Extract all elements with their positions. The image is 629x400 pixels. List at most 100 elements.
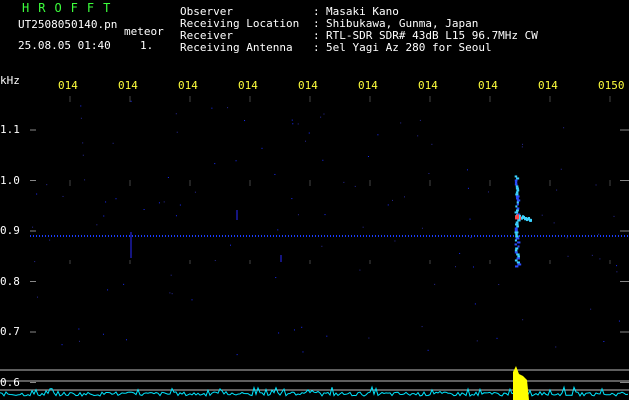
noise-dot	[555, 346, 557, 348]
noise-dot	[326, 335, 328, 337]
noise-dot	[46, 184, 48, 186]
x-tick-label: 014	[538, 79, 558, 92]
noise-dot	[229, 244, 231, 246]
noise-dot	[34, 261, 36, 263]
noise-dot	[105, 201, 107, 203]
noise-dot	[496, 337, 498, 339]
echo-core	[515, 215, 519, 220]
spectrum-peak-fill	[513, 366, 529, 400]
noise-dot	[421, 326, 423, 328]
noise-dot	[236, 354, 238, 356]
echo-pixel	[516, 261, 520, 264]
noise-dot	[191, 299, 193, 301]
y-tick-label: 0.8	[0, 274, 20, 288]
echo-pixel	[516, 257, 520, 260]
x-tick-label: 014	[418, 79, 438, 92]
echo-pixel	[516, 253, 520, 256]
noise-dot	[427, 349, 429, 351]
noise-dot	[487, 191, 489, 193]
noise-dot	[176, 131, 178, 133]
echo-pixel	[514, 251, 518, 254]
echo-pixel	[515, 187, 519, 190]
echo-pixel	[516, 203, 519, 206]
y-tick-label: 1.0	[0, 173, 20, 187]
echo-pixel	[514, 231, 519, 234]
echo-pixel	[514, 179, 518, 182]
noise-dot	[616, 265, 618, 267]
echo-pixel	[516, 207, 520, 210]
noise-dot	[102, 333, 104, 335]
spectrogram	[0, 96, 629, 400]
noise-dot	[472, 266, 474, 268]
noise-dot	[211, 107, 213, 109]
x-tick-label: 014	[478, 79, 498, 92]
noise-dot	[613, 215, 615, 217]
noise-dot	[324, 214, 326, 216]
noise-dot	[566, 237, 568, 239]
echo-pixel	[515, 205, 518, 208]
echo-pixel	[515, 235, 519, 238]
noise-dot	[459, 252, 461, 254]
noise-dot	[36, 193, 38, 195]
noise-dot	[469, 218, 471, 220]
noise-dot	[179, 204, 181, 206]
noise-dot	[434, 283, 436, 285]
noise-dot	[235, 160, 237, 162]
noise-dot	[80, 117, 82, 119]
noise-dot	[403, 196, 405, 198]
echo-pixel	[516, 225, 519, 228]
noise-dot	[367, 156, 369, 158]
noise-dot	[377, 134, 379, 136]
noise-dot	[167, 176, 169, 178]
echo-pixel	[515, 265, 519, 268]
echo-pixel	[515, 185, 519, 188]
noise-dot	[359, 269, 361, 271]
noise-dot	[297, 214, 299, 216]
y-axis-unit: kHz	[0, 74, 20, 87]
echo-head-pixel	[530, 218, 532, 222]
echo-pixel	[515, 193, 519, 196]
noise-dot	[417, 135, 419, 137]
noise-dot	[277, 229, 279, 231]
noise-dot	[214, 163, 216, 165]
echo-pixel	[514, 249, 518, 252]
echo-pixel	[514, 229, 518, 232]
echo-pixel	[514, 181, 518, 184]
noise-dot	[36, 296, 38, 298]
noise-dot	[96, 224, 98, 226]
noise-dots	[32, 100, 620, 356]
x-tick-label: 014	[358, 79, 378, 92]
noise-dot	[125, 339, 127, 341]
noise-dot	[522, 143, 524, 145]
noise-dot	[368, 337, 370, 339]
y-tick-label: 0.6	[0, 375, 20, 389]
noise-dot	[103, 215, 105, 217]
detection-type: meteor	[124, 25, 164, 38]
noise-dot	[541, 214, 543, 216]
noise-dot	[391, 199, 393, 201]
noise-dot	[112, 142, 114, 144]
noise-dot	[320, 116, 322, 118]
brand-title: HROFFT	[22, 1, 120, 15]
noise-dot	[428, 173, 430, 175]
echo-pixel	[516, 201, 519, 204]
datetime: 25.08.05 01:40	[18, 39, 111, 52]
echo-pixel	[514, 243, 517, 246]
noise-dot	[175, 113, 177, 115]
noise-dot	[595, 184, 597, 186]
noise-dot	[354, 185, 356, 187]
noise-dot	[476, 340, 478, 342]
noise-dot	[158, 202, 160, 204]
echo-pixel	[515, 247, 519, 250]
noise-dot	[278, 332, 280, 334]
noise-dot	[343, 181, 345, 183]
noise-dot	[598, 233, 600, 235]
noise-dot	[123, 283, 125, 285]
y-tick-marks	[30, 129, 629, 383]
x-tick-marks	[69, 96, 611, 264]
echo-pixel	[515, 209, 519, 212]
noise-dot	[274, 173, 276, 175]
noise-dot	[387, 204, 389, 206]
x-tick-label: 014	[118, 79, 138, 92]
spectrum-trace	[0, 385, 629, 397]
